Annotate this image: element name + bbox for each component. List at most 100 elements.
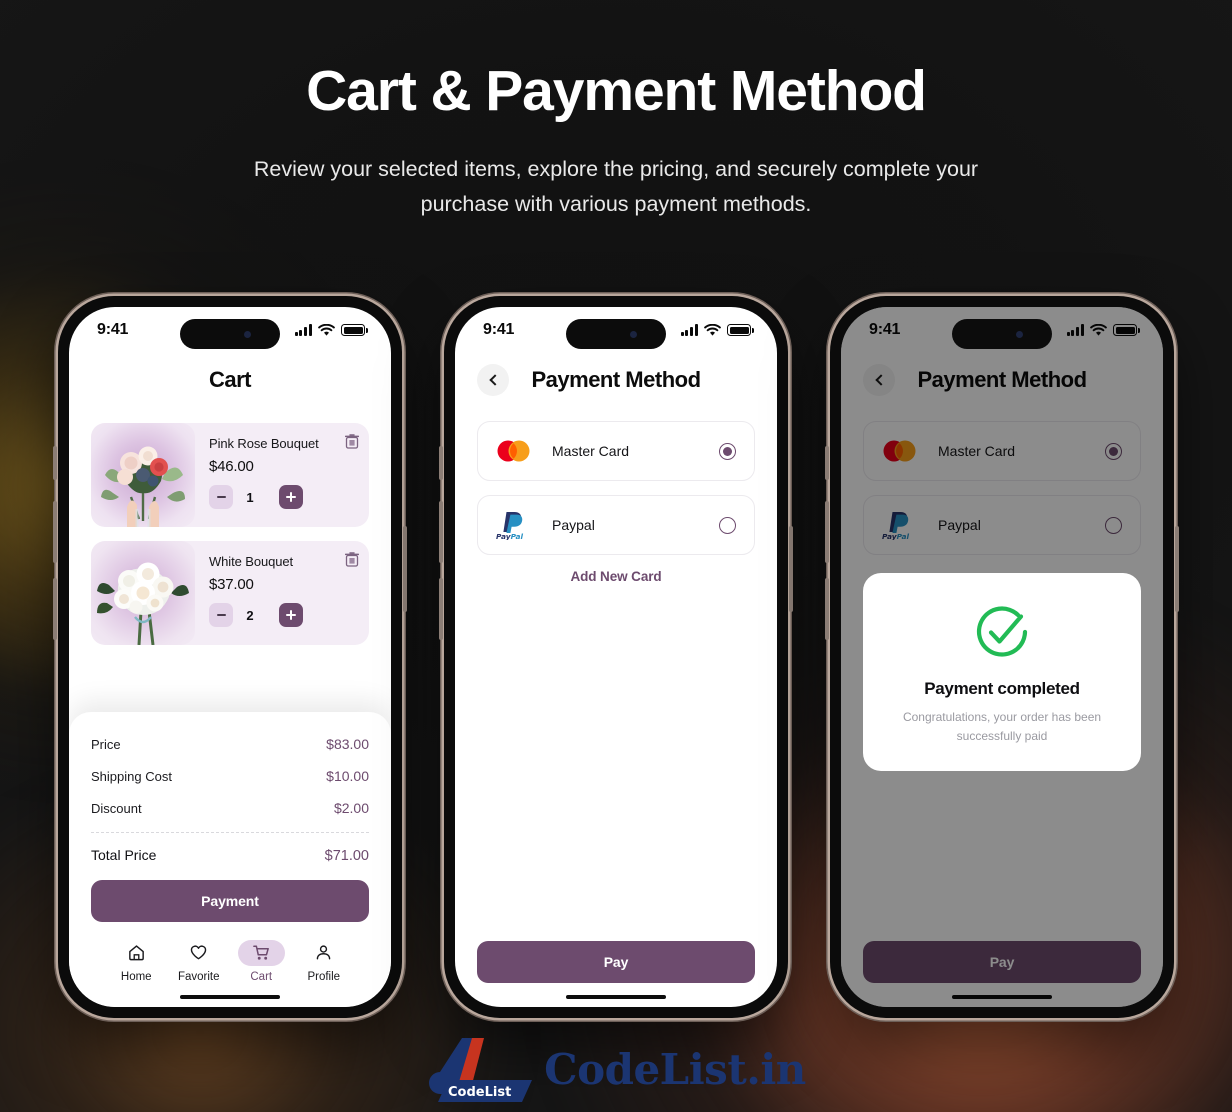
summary-row-shipping: Shipping Cost $10.00 — [91, 768, 369, 784]
navbar-payment: Payment Method — [455, 353, 777, 401]
payment-button[interactable]: Payment — [91, 879, 369, 922]
page-title: Cart & Payment Method — [306, 59, 927, 123]
payment-method-mastercard[interactable]: Master Card — [477, 421, 755, 481]
summary-label: Price — [91, 736, 121, 752]
decrement-quantity-button[interactable] — [209, 485, 233, 509]
total-value: $71.00 — [324, 847, 369, 864]
cart-item-row[interactable]: Pink Rose Bouquet $46.00 1 — [91, 423, 369, 527]
status-icons — [294, 323, 368, 337]
check-circle-icon — [889, 601, 1115, 663]
cart-item-name: White Bouquet — [209, 554, 293, 569]
success-title: Payment completed — [924, 679, 1080, 698]
decrement-quantity-button[interactable] — [209, 603, 233, 627]
white-bouquet-photo — [97, 562, 189, 645]
battery-icon — [727, 324, 754, 336]
tab-favorite[interactable]: Favorite — [168, 940, 231, 983]
pay-button[interactable]: Pay — [477, 940, 755, 983]
quantity-stepper: 2 — [209, 603, 357, 627]
summary-divider — [91, 831, 369, 833]
tab-home[interactable]: Home — [105, 940, 168, 983]
page-root: Cart & Payment Method Review your select… — [0, 0, 1232, 1112]
battery-icon — [341, 324, 368, 336]
codelist-logo-mark: CodeList — [426, 1034, 538, 1104]
summary-value: $83.00 — [326, 735, 369, 752]
tab-cart[interactable]: Cart — [230, 939, 293, 983]
cart-item-row[interactable]: White Bouquet $37.00 2 — [91, 541, 369, 645]
volume-down-button — [439, 578, 443, 640]
summary-row-total: Total Price $71.00 — [91, 847, 369, 864]
radio-mastercard[interactable] — [719, 442, 736, 460]
tab-label: Cart — [250, 970, 273, 983]
power-button — [789, 526, 793, 612]
tab-label: Home — [120, 970, 152, 983]
front-camera-icon — [1015, 330, 1023, 338]
summary-label: Discount — [91, 800, 142, 816]
payment-method-name: Paypal — [552, 517, 595, 533]
total-label: Total Price — [91, 846, 157, 863]
cart-item-info: White Bouquet $37.00 2 — [195, 541, 369, 645]
cart-item-name: Pink Rose Bouquet — [209, 436, 319, 451]
summary-row-discount: Discount $2.00 — [91, 800, 369, 816]
cellular-signal-icon — [294, 324, 312, 336]
person-icon — [300, 940, 347, 966]
cart-item-price: $37.00 — [209, 576, 254, 593]
pay-button-area: Pay — [455, 939, 777, 1008]
mastercard-logo — [494, 439, 540, 463]
home-indicator[interactable] — [566, 994, 666, 999]
payment-method-paypal[interactable]: Pay Pal Paypal — [477, 495, 755, 555]
cart-item-info: Pink Rose Bouquet $46.00 1 — [195, 423, 369, 527]
summary-value: $2.00 — [333, 799, 369, 816]
product-thumbnail-pink-rose-bouquet — [91, 423, 195, 527]
back-button[interactable] — [477, 364, 509, 396]
cart-screen-title: Cart — [208, 367, 252, 392]
status-icons — [680, 323, 754, 337]
delete-item-icon[interactable] — [345, 552, 359, 567]
navbar-cart: Cart — [69, 353, 391, 401]
increment-quantity-button[interactable] — [279, 603, 303, 627]
increment-quantity-button[interactable] — [279, 485, 303, 509]
add-new-card-link[interactable]: Add New Card — [477, 569, 755, 584]
front-camera-icon — [243, 330, 251, 338]
home-indicator[interactable] — [180, 994, 280, 999]
cart-item-list: Pink Rose Bouquet $46.00 1 White Bouquet… — [69, 401, 391, 645]
page-header: Cart & Payment Method Review your select… — [0, 59, 1232, 222]
volume-down-button — [825, 578, 829, 640]
phone-mockups-row: 9:41 Cart Pink Rose Bouquet $46.00 1 Whi… — [0, 296, 1232, 1018]
footer-brand: CodeList CodeList.in — [0, 1034, 1232, 1104]
tab-profile[interactable]: Profile — [293, 940, 356, 983]
home-indicator-wrap — [91, 994, 369, 1008]
screen-payment-method: 9:41 Payment Method Master Card Pay Pal … — [455, 307, 777, 1007]
cart-item-price: $46.00 — [209, 458, 254, 475]
phone-mockup-cart: 9:41 Cart Pink Rose Bouquet $46.00 1 Whi… — [53, 296, 407, 1018]
dynamic-island — [566, 319, 666, 349]
status-time: 9:41 — [483, 321, 515, 338]
dynamic-island — [952, 319, 1052, 349]
screen-cart: 9:41 Cart Pink Rose Bouquet $46.00 1 Whi… — [69, 307, 391, 1007]
summary-row-price: Price $83.00 — [91, 736, 369, 752]
volume-down-button — [53, 578, 57, 640]
power-button — [403, 526, 407, 612]
wifi-icon — [318, 323, 335, 336]
page-subtitle: Review your selected items, explore the … — [253, 156, 979, 216]
quantity-stepper: 1 — [209, 485, 357, 509]
payment-success-modal: Payment completed Congratulations, your … — [863, 573, 1141, 772]
quantity-value: 1 — [246, 489, 254, 505]
delete-item-icon[interactable] — [345, 434, 359, 449]
radio-paypal[interactable] — [719, 516, 736, 534]
summary-label: Shipping Cost — [91, 768, 172, 784]
phone-mockup-payment-completed: 9:41 Payment Method Master Card Pay Pal … — [825, 296, 1179, 1018]
tab-label: Profile — [307, 970, 341, 983]
cellular-signal-icon — [680, 324, 698, 336]
home-icon — [113, 940, 160, 966]
front-camera-icon — [629, 330, 637, 338]
payment-method-list: Master Card Pay Pal Paypal — [455, 401, 777, 584]
svg-text:Pay: Pay — [496, 532, 512, 540]
heart-icon — [175, 940, 222, 966]
dynamic-island — [180, 319, 280, 349]
pink-rose-bouquet-photo — [101, 446, 185, 527]
screen-payment-completed: 9:41 Payment Method Master Card Pay Pal … — [841, 307, 1163, 1007]
status-time: 9:41 — [97, 321, 129, 338]
tab-label: Favorite — [177, 970, 220, 983]
summary-value: $10.00 — [326, 767, 369, 784]
paypal-logo: Pay Pal — [494, 510, 540, 540]
